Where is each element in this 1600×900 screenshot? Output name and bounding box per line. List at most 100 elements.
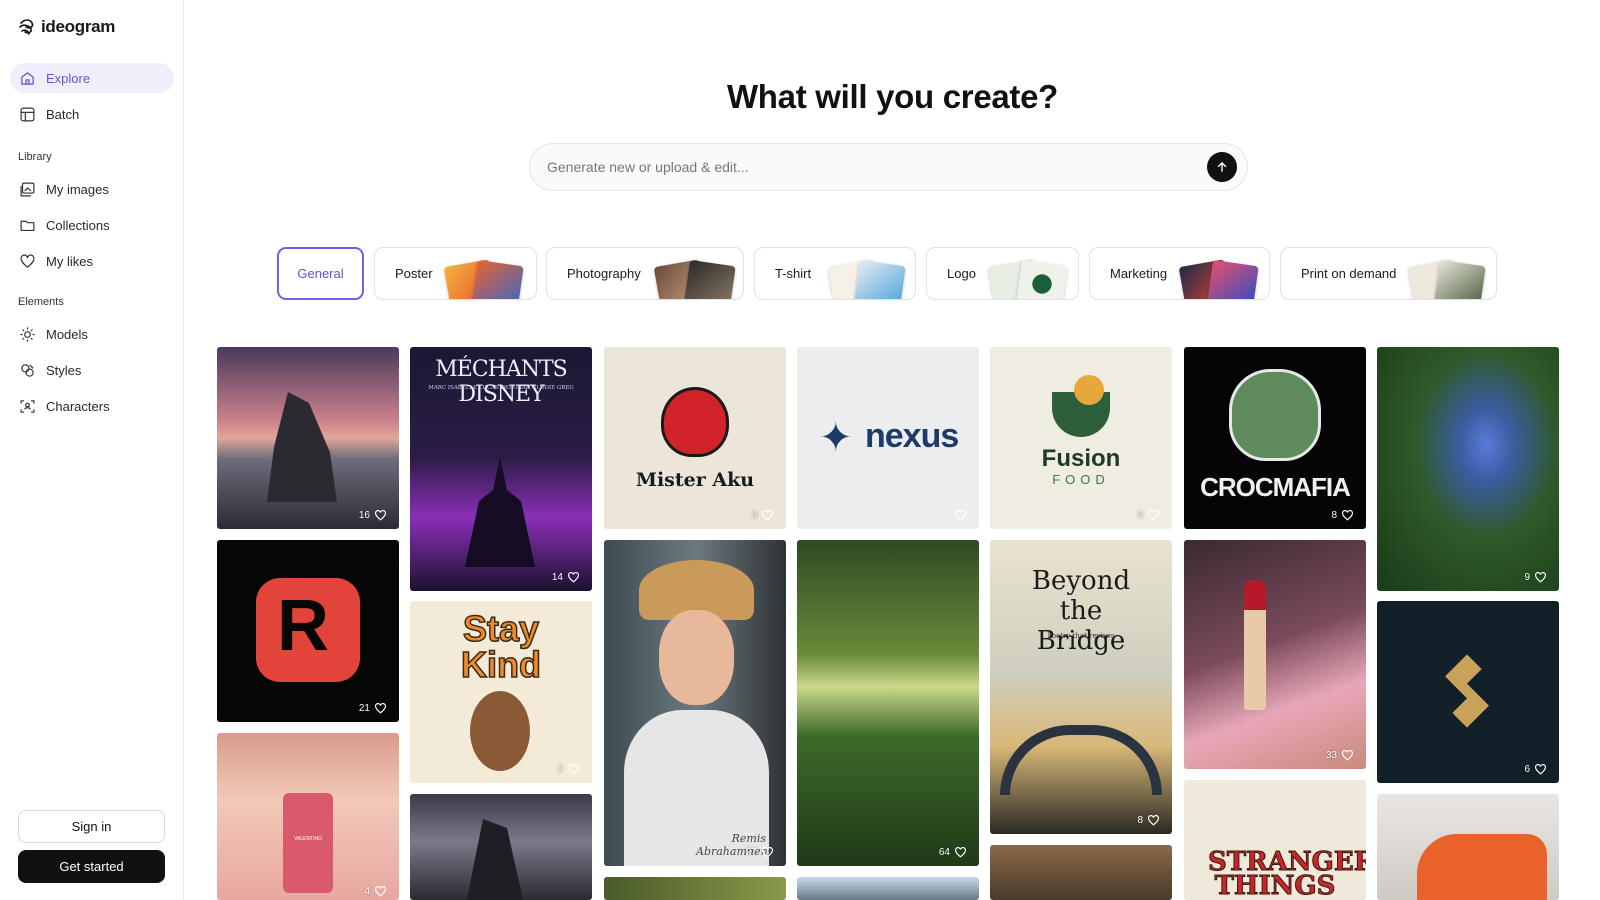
- nav-explore[interactable]: Explore: [10, 63, 174, 93]
- app-logo[interactable]: ideogram: [17, 17, 115, 37]
- heart-icon: [762, 510, 773, 521]
- ideogram-logo-icon: [19, 19, 34, 35]
- nav-models[interactable]: Models: [10, 319, 174, 349]
- like-count[interactable]: 9: [1524, 571, 1547, 584]
- heart-icon: [1535, 572, 1546, 583]
- sign-in-button[interactable]: Sign in: [18, 810, 165, 843]
- print-thumbnail: [1434, 260, 1486, 299]
- gallery-image[interactable]: CROCMAFIA 8: [1184, 347, 1366, 529]
- crocodile-face: [1229, 369, 1321, 461]
- category-photography[interactable]: Photography: [546, 247, 744, 300]
- nav-batch[interactable]: Batch: [10, 99, 174, 129]
- like-count[interactable]: 14: [552, 571, 580, 584]
- gallery-image[interactable]: Stay Kind 2: [410, 601, 592, 783]
- like-count[interactable]: 8: [1137, 814, 1160, 827]
- like-count[interactable]: 6: [1137, 509, 1160, 522]
- home-icon: [21, 71, 34, 85]
- logo-text: Fusion: [1041, 445, 1121, 472]
- gallery-image[interactable]: 16: [217, 347, 399, 529]
- heart-icon: [375, 886, 386, 897]
- heart-icon: [568, 764, 579, 775]
- heart-icon: [1342, 510, 1353, 521]
- prompt-input[interactable]: [547, 159, 1207, 175]
- gallery-image[interactable]: Mister Aku 3: [604, 347, 786, 529]
- like-count[interactable]: [950, 509, 967, 522]
- nav-explore-label: Explore: [46, 70, 91, 86]
- photography-thumbnail: [684, 260, 736, 299]
- gallery-image[interactable]: MÉCHANTS DISNEY MARC ISABELLE LUCAS DEBO…: [410, 347, 592, 591]
- heart-icon: [1148, 510, 1159, 521]
- submit-prompt-button[interactable]: [1207, 152, 1237, 182]
- library-section-label: Library: [18, 151, 52, 163]
- category-print-on-demand[interactable]: Print on demand: [1280, 247, 1497, 300]
- gallery-image[interactable]: 6: [1377, 601, 1559, 783]
- category-general[interactable]: General: [277, 247, 364, 300]
- bridge-shape: [1000, 725, 1162, 795]
- nexus-star-icon: ✦: [819, 416, 853, 460]
- category-tshirt[interactable]: T-shirt: [754, 247, 916, 300]
- nav-collections-label: Collections: [46, 217, 110, 233]
- category-poster-label: Poster: [395, 266, 433, 281]
- like-count[interactable]: 16: [359, 509, 387, 522]
- gallery-image[interactable]: 33: [1184, 540, 1366, 769]
- gallery-image[interactable]: [1377, 794, 1559, 900]
- category-logo[interactable]: Logo: [926, 247, 1079, 300]
- gallery-image[interactable]: ✦ nexus: [797, 347, 979, 529]
- gallery-image[interactable]: [797, 877, 979, 900]
- gallery-image[interactable]: Fusion FOOD 6: [990, 347, 1172, 529]
- category-marketing[interactable]: Marketing: [1089, 247, 1270, 300]
- gallery-image[interactable]: [604, 877, 786, 900]
- gallery-image[interactable]: Remis Abrahamnens 27: [604, 540, 786, 866]
- nav-batch-label: Batch: [46, 106, 80, 122]
- marketing-thumbnail: [1207, 260, 1259, 299]
- gallery-image[interactable]: 64: [797, 540, 979, 866]
- like-number: 6: [1524, 764, 1530, 775]
- models-icon: [20, 326, 35, 342]
- get-started-button[interactable]: Get started: [18, 850, 165, 883]
- poster-title: Beyond the Bridge: [1031, 566, 1131, 656]
- like-count[interactable]: 33: [1326, 749, 1354, 762]
- nav-my-images[interactable]: My images: [10, 174, 174, 204]
- nav-characters[interactable]: Characters: [10, 391, 174, 421]
- like-number: 3: [751, 510, 757, 521]
- category-general-label: General: [297, 266, 344, 281]
- sneaker-shape: [1417, 834, 1547, 900]
- rock-shape: [465, 819, 525, 900]
- nav-my-likes[interactable]: My likes: [10, 246, 174, 276]
- nav-collections[interactable]: Collections: [10, 210, 174, 240]
- like-count[interactable]: 21: [359, 702, 387, 715]
- gallery-image[interactable]: [410, 794, 592, 900]
- heart-icon: [375, 510, 386, 521]
- like-count[interactable]: 2: [557, 763, 580, 776]
- prompt-bar: [529, 143, 1248, 191]
- like-count[interactable]: 6: [1524, 763, 1547, 776]
- like-count[interactable]: 3: [751, 509, 774, 522]
- like-number: 16: [358, 510, 370, 521]
- gallery-image[interactable]: 9: [1377, 347, 1559, 591]
- like-count[interactable]: 64: [939, 846, 967, 859]
- gallery-image[interactable]: [990, 845, 1172, 900]
- poster-subtitle: MARC ISABELLE LUCAS DEBORAH ELODIE GREG: [428, 385, 574, 391]
- like-count[interactable]: 8: [1331, 509, 1354, 522]
- like-count[interactable]: 4: [364, 885, 387, 898]
- heart-icon: [568, 572, 579, 583]
- like-number: 8: [1137, 815, 1143, 826]
- gallery-image[interactable]: R 21: [217, 540, 399, 722]
- heart-icon: [375, 703, 386, 714]
- nav-styles[interactable]: Styles: [10, 355, 174, 385]
- logo-text: CROCMAFIA: [1200, 472, 1351, 502]
- gallery-image[interactable]: VALENTINO 4: [217, 733, 399, 900]
- monkey-figure: [470, 691, 530, 771]
- gallery-image[interactable]: STRANGER THINGS: [1184, 780, 1366, 900]
- category-poster[interactable]: Poster: [374, 247, 537, 300]
- like-count[interactable]: 27: [746, 846, 774, 859]
- heart-icon: [1535, 764, 1546, 775]
- logo-text: Mister Aku: [635, 469, 755, 491]
- tshirt-thumbnail: [854, 260, 906, 299]
- heart-icon: [1148, 815, 1159, 826]
- like-number: 2: [557, 764, 563, 775]
- gallery-image[interactable]: Beyond the Bridge Poetry that revives 8: [990, 540, 1172, 834]
- perfume-bottle: [283, 793, 333, 893]
- category-tshirt-label: T-shirt: [775, 266, 812, 281]
- like-number: 27: [745, 847, 757, 858]
